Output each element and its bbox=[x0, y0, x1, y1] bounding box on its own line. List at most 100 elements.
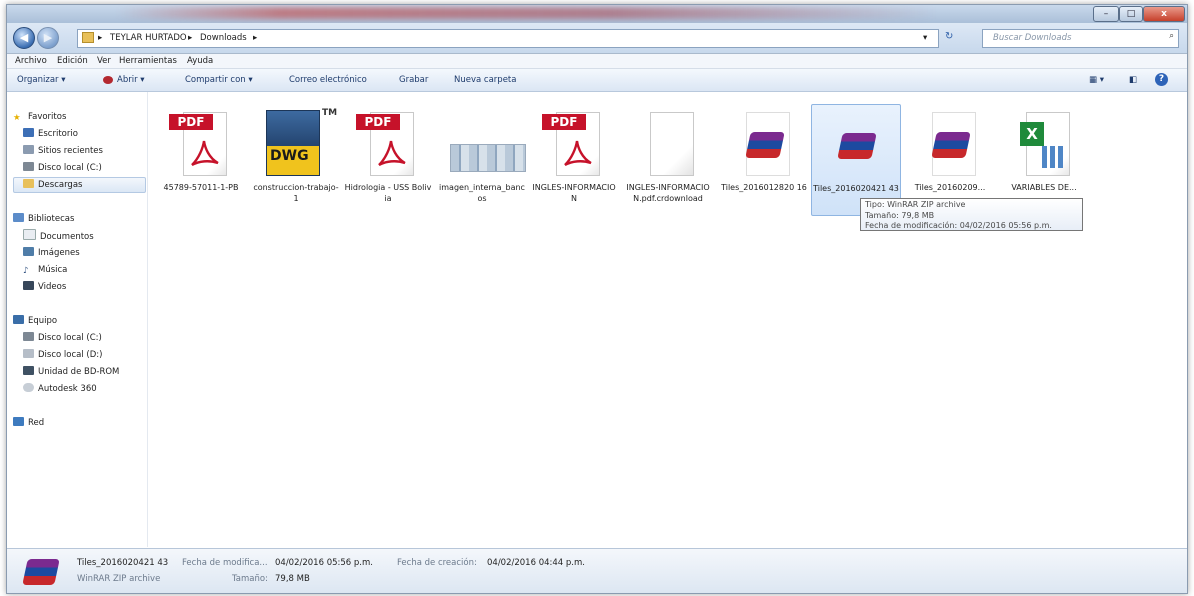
blank-file-icon bbox=[636, 110, 700, 176]
pdf-badge: PDF bbox=[356, 114, 400, 130]
title-bar: – □ x bbox=[7, 5, 1187, 23]
tooltip-type: Tipo: WinRAR ZIP archive bbox=[865, 200, 966, 209]
close-button[interactable]: x bbox=[1143, 6, 1185, 22]
navigation-pane: ★ Favoritos Escritorio Sitios recientes D… bbox=[7, 92, 148, 547]
nav-computer[interactable]: Equipo bbox=[13, 314, 57, 328]
search-input[interactable]: Buscar Downloads ⌕ bbox=[982, 29, 1179, 48]
file-item[interactable]: PDF INGLES-INFORMACION bbox=[530, 104, 618, 214]
tm-label: TM bbox=[322, 108, 338, 118]
pdf-badge: PDF bbox=[542, 114, 586, 130]
share-button[interactable]: Compartir con ▾ bbox=[185, 75, 253, 85]
file-name: INGLES-INFORMACION.pdf.crdownload bbox=[626, 183, 710, 203]
back-button[interactable]: ◀ bbox=[13, 27, 35, 49]
nav-disk-c[interactable]: Disco local (C:) bbox=[23, 331, 102, 345]
bd-rom-icon bbox=[23, 366, 34, 375]
help-icon[interactable]: ? bbox=[1155, 73, 1168, 86]
menu-ver[interactable]: Ver bbox=[97, 56, 111, 66]
search-icon[interactable]: ⌕ bbox=[1169, 31, 1174, 41]
breadcrumb-sep-icon: ▸ bbox=[253, 33, 258, 43]
nav-desktop[interactable]: Escritorio bbox=[23, 127, 78, 141]
file-item[interactable]: Tiles_2016012820 16 bbox=[720, 104, 808, 214]
menu-ayuda[interactable]: Ayuda bbox=[187, 56, 213, 66]
command-bar: Organizar ▾ Abrir ▾ Compartir con ▾ Corr… bbox=[7, 69, 1187, 92]
preview-pane-icon[interactable]: ◧ bbox=[1129, 75, 1137, 85]
file-item[interactable]: INGLES-INFORMACION.pdf.crdownload bbox=[624, 104, 712, 214]
nav-autodesk[interactable]: Autodesk 360 bbox=[23, 382, 97, 396]
nav-disk-c-fav[interactable]: Disco local (C:) bbox=[23, 161, 102, 175]
winrar-icon bbox=[824, 111, 888, 177]
computer-icon bbox=[13, 315, 24, 324]
dwg-icon: DWG TM bbox=[264, 108, 337, 176]
nav-network[interactable]: Red bbox=[13, 416, 44, 430]
winrar-icon bbox=[918, 110, 982, 176]
nav-label: Disco local (C:) bbox=[38, 333, 102, 343]
explorer-window: – □ x ◀ ▶ ▸ TEYLAR HURTADO ▸ Downloads ▸… bbox=[6, 4, 1188, 594]
title-glass bbox=[117, 7, 937, 19]
pictures-icon bbox=[23, 247, 34, 256]
open-button[interactable]: Abrir ▾ bbox=[117, 75, 145, 85]
rar-books bbox=[745, 132, 785, 158]
network-icon bbox=[13, 417, 24, 426]
image-preview bbox=[450, 144, 526, 172]
libraries-icon bbox=[13, 213, 24, 222]
refresh-icon[interactable]: ↻ bbox=[945, 31, 953, 42]
folder-icon bbox=[82, 32, 94, 43]
breadcrumb-downloads[interactable]: Downloads bbox=[200, 33, 247, 43]
nav-label: Videos bbox=[38, 282, 67, 292]
videos-icon bbox=[23, 281, 34, 290]
nav-label: Sitios recientes bbox=[38, 146, 103, 156]
drive-icon bbox=[23, 349, 34, 358]
nav-downloads[interactable]: Descargas bbox=[13, 177, 146, 193]
nav-videos[interactable]: Videos bbox=[23, 280, 66, 294]
tooltip-modified: Fecha de modificación: 04/02/2016 05:56 … bbox=[865, 221, 1052, 230]
pdf-icon: PDF bbox=[169, 110, 233, 176]
file-item[interactable]: DWG TM construccion-trabajo-1 bbox=[252, 104, 340, 214]
nav-pictures[interactable]: Imágenes bbox=[23, 246, 80, 260]
documents-icon bbox=[23, 229, 36, 240]
file-name: Tiles_2016012820 16 bbox=[721, 183, 807, 192]
nav-bdrom[interactable]: Unidad de BD-ROM bbox=[23, 365, 119, 379]
nav-label: Música bbox=[38, 265, 68, 275]
menu-herramientas[interactable]: Herramientas bbox=[119, 56, 177, 66]
file-item[interactable]: imagen_interna_bancos bbox=[438, 104, 526, 214]
nav-music[interactable]: ♪ Música bbox=[23, 263, 67, 277]
pdf-icon: PDF bbox=[356, 110, 420, 176]
email-button[interactable]: Correo electrónico bbox=[289, 75, 367, 85]
breadcrumb-root-arrow[interactable]: ▸ bbox=[98, 33, 102, 43]
cloud-icon bbox=[23, 383, 34, 392]
details-modified-value: 04/02/2016 05:56 p.m. bbox=[275, 558, 373, 568]
maximize-button[interactable]: □ bbox=[1119, 6, 1143, 22]
nav-recent[interactable]: Sitios recientes bbox=[23, 144, 103, 158]
nav-label: Bibliotecas bbox=[28, 214, 75, 224]
file-list: PDF 45789-57011-1-PB DWG TM construccion… bbox=[148, 92, 1187, 547]
minimize-button[interactable]: – bbox=[1093, 6, 1119, 22]
address-field[interactable]: ▸ TEYLAR HURTADO ▸ Downloads ▸ ▾ bbox=[77, 29, 939, 48]
file-name: VARIABLES DE... bbox=[1011, 183, 1077, 192]
nav-favorites[interactable]: ★ Favoritos bbox=[13, 110, 66, 124]
file-name: Hidrologia - USS Bolivia bbox=[344, 183, 432, 203]
acrobat-icon bbox=[564, 140, 592, 167]
file-name: Tiles_2016020421 43 bbox=[813, 184, 899, 193]
new-folder-button[interactable]: Nueva carpeta bbox=[454, 75, 516, 85]
breadcrumb-user[interactable]: TEYLAR HURTADO bbox=[110, 33, 187, 43]
excel-x: X bbox=[1020, 122, 1044, 146]
dwg-page bbox=[266, 110, 320, 176]
file-item[interactable]: PDF Hidrologia - USS Bolivia bbox=[344, 104, 432, 214]
downloads-folder-icon bbox=[23, 179, 34, 188]
address-dropdown-icon[interactable]: ▾ bbox=[923, 33, 927, 43]
details-file-name: Tiles_2016020421 43 bbox=[77, 558, 169, 568]
pdf-icon: PDF bbox=[542, 110, 606, 176]
nav-documents[interactable]: Documentos bbox=[23, 229, 94, 243]
forward-button[interactable]: ▶ bbox=[37, 27, 59, 49]
menu-archivo[interactable]: Archivo bbox=[15, 56, 47, 66]
menu-edicion[interactable]: Edición bbox=[57, 56, 88, 66]
file-item[interactable]: PDF 45789-57011-1-PB bbox=[157, 104, 245, 214]
view-options-icon[interactable]: ▦ ▾ bbox=[1089, 75, 1104, 85]
burn-button[interactable]: Grabar bbox=[399, 75, 428, 85]
nav-disk-d[interactable]: Disco local (D:) bbox=[23, 348, 102, 362]
nav-libraries[interactable]: Bibliotecas bbox=[13, 212, 74, 226]
nav-label: Documentos bbox=[40, 232, 94, 242]
details-created-label: Fecha de creación: bbox=[397, 558, 477, 568]
organize-button[interactable]: Organizar ▾ bbox=[17, 75, 66, 85]
nav-label: Red bbox=[28, 418, 45, 428]
